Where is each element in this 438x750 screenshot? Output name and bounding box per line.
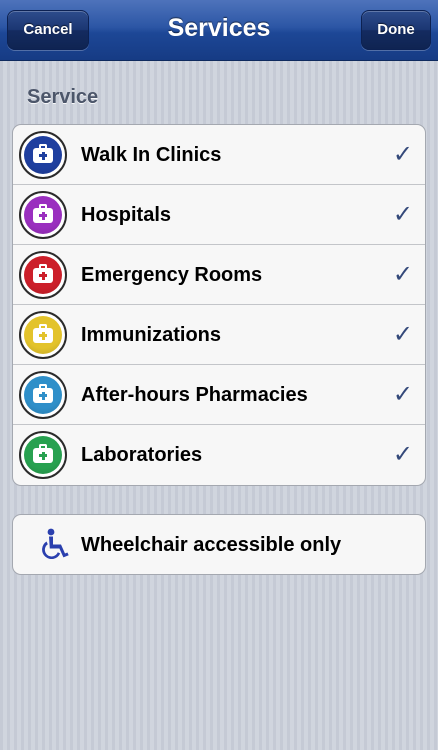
- checkmark-icon: ✓: [392, 381, 413, 408]
- wheelchair-icon: [42, 528, 69, 560]
- walk-in-clinic-medkit-icon: [19, 131, 67, 179]
- section-header-service: Service: [27, 86, 99, 108]
- service-row[interactable]: Hospitals ✓: [13, 185, 425, 245]
- wheelchair-accessible-label: Wheelchair accessible only: [81, 534, 342, 556]
- done-button[interactable]: Done: [361, 10, 431, 50]
- laboratory-medkit-icon: [19, 431, 67, 479]
- service-label: Walk In Clinics: [81, 144, 222, 166]
- service-row[interactable]: Immunizations ✓: [13, 305, 425, 365]
- pharmacy-medkit-icon: [19, 371, 67, 419]
- service-label: Emergency Rooms: [81, 264, 263, 286]
- immunization-medkit-icon: [19, 311, 67, 359]
- checkmark-icon: ✓: [392, 141, 413, 168]
- service-label: After-hours Pharmacies: [81, 384, 308, 406]
- service-row[interactable]: Emergency Rooms ✓: [13, 245, 425, 305]
- emergency-medkit-icon: [19, 251, 67, 299]
- checkmark-icon: ✓: [392, 441, 413, 468]
- wheelchair-accessible-row[interactable]: Wheelchair accessible only: [13, 515, 425, 574]
- checkmark-icon: ✓: [392, 321, 413, 348]
- service-label: Hospitals: [81, 204, 172, 226]
- service-label: Immunizations: [81, 324, 222, 346]
- service-label: Laboratories: [81, 444, 203, 466]
- service-row[interactable]: Laboratories ✓: [13, 425, 425, 485]
- checkmark-icon: ✓: [392, 201, 413, 228]
- navigation-bar: Cancel Services Done: [0, 0, 438, 61]
- service-row[interactable]: Walk In Clinics ✓: [13, 125, 425, 185]
- service-row[interactable]: After-hours Pharmacies ✓: [13, 365, 425, 425]
- checkmark-icon: ✓: [392, 261, 413, 288]
- hospital-medkit-icon: [19, 191, 67, 239]
- services-list: Walk In Clinics ✓ Hospitals ✓ Emergency Room…: [12, 124, 426, 486]
- accessibility-group: Wheelchair accessible only: [12, 514, 426, 575]
